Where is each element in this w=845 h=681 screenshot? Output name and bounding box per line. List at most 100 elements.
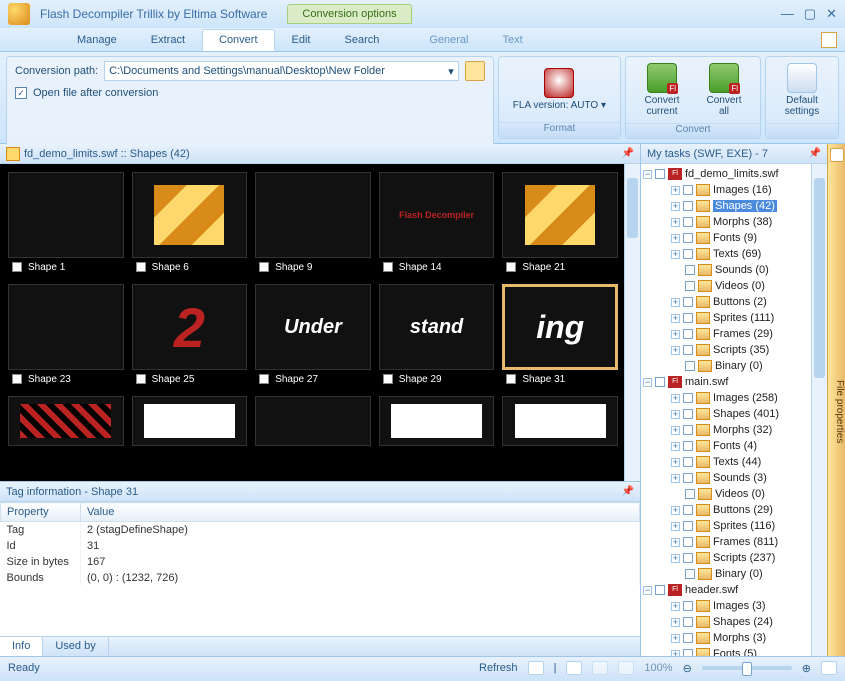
- tree-item[interactable]: +Texts (69): [671, 246, 825, 262]
- fla-version-button[interactable]: FLA version: AUTO ▾: [507, 66, 612, 113]
- tree-item[interactable]: +Scripts (237): [671, 550, 825, 566]
- thumbnail-shape-9[interactable]: Shape 9: [255, 172, 371, 276]
- tree-checkbox[interactable]: [655, 585, 665, 595]
- thumbnail-shape-14[interactable]: Flash DecompilerShape 14: [379, 172, 495, 276]
- thumbnail-partial[interactable]: [502, 396, 618, 446]
- pin-icon[interactable]: 📌: [622, 148, 634, 159]
- tree-item[interactable]: +Images (3): [671, 598, 825, 614]
- conversion-options-tab[interactable]: Conversion options: [287, 4, 411, 24]
- tree-checkbox[interactable]: [683, 249, 693, 259]
- expand-icon[interactable]: +: [671, 538, 680, 547]
- tree-checkbox[interactable]: [685, 489, 695, 499]
- tab-edit[interactable]: Edit: [275, 29, 328, 51]
- file-properties-tab[interactable]: File properties: [827, 144, 845, 656]
- expand-icon[interactable]: +: [671, 218, 680, 227]
- tree-item[interactable]: +Fonts (9): [671, 230, 825, 246]
- status-extra-icon[interactable]: [821, 661, 837, 675]
- thumbnails-scrollbar[interactable]: [624, 164, 640, 481]
- tree-checkbox[interactable]: [683, 345, 693, 355]
- tree-item[interactable]: Videos (0): [671, 278, 825, 294]
- tree-item[interactable]: +Images (16): [671, 182, 825, 198]
- tree-item[interactable]: +Images (258): [671, 390, 825, 406]
- expand-icon[interactable]: +: [671, 522, 680, 531]
- thumbnail-shape-25[interactable]: 2Shape 25: [132, 284, 248, 388]
- col-value[interactable]: Value: [81, 503, 640, 522]
- tree-item[interactable]: +Frames (811): [671, 534, 825, 550]
- col-property[interactable]: Property: [1, 503, 81, 522]
- camera-icon[interactable]: [528, 661, 544, 675]
- expand-icon[interactable]: +: [671, 346, 680, 355]
- convert-all-button[interactable]: Convert all: [696, 61, 752, 119]
- tree-checkbox[interactable]: [683, 537, 693, 547]
- expand-icon[interactable]: +: [671, 186, 680, 195]
- expand-icon[interactable]: −: [643, 170, 652, 179]
- tree-item[interactable]: −Flheader.swf: [643, 582, 825, 598]
- expand-icon[interactable]: +: [671, 650, 680, 657]
- thumbnail-shape-1[interactable]: Shape 1: [8, 172, 124, 276]
- tree-checkbox[interactable]: [683, 201, 693, 211]
- thumb-checkbox[interactable]: [506, 262, 516, 272]
- tab-convert[interactable]: Convert: [202, 29, 275, 51]
- tree-checkbox[interactable]: [683, 553, 693, 563]
- thumbnail-shape-6[interactable]: Shape 6: [132, 172, 248, 276]
- tree-item[interactable]: Binary (0): [671, 566, 825, 582]
- thumbnail-shape-27[interactable]: UnderShape 27: [255, 284, 371, 388]
- tab-extract[interactable]: Extract: [134, 29, 202, 51]
- tree-item[interactable]: +Sprites (111): [671, 310, 825, 326]
- tree-checkbox[interactable]: [683, 457, 693, 467]
- thumb-checkbox[interactable]: [506, 374, 516, 384]
- tree-item[interactable]: +Shapes (24): [671, 614, 825, 630]
- tree-item[interactable]: +Morphs (38): [671, 214, 825, 230]
- tree-item[interactable]: +Frames (29): [671, 326, 825, 342]
- tree-checkbox[interactable]: [655, 377, 665, 387]
- thumbnail-shape-23[interactable]: Shape 23: [8, 284, 124, 388]
- tree-item[interactable]: −Flmain.swf: [643, 374, 825, 390]
- tree-checkbox[interactable]: [685, 281, 695, 291]
- dropdown-icon[interactable]: ▾: [448, 65, 454, 78]
- expand-icon[interactable]: +: [671, 554, 680, 563]
- expand-icon[interactable]: +: [671, 426, 680, 435]
- expand-icon[interactable]: +: [671, 234, 680, 243]
- tree-scrollbar[interactable]: [811, 164, 827, 656]
- thumb-checkbox[interactable]: [136, 374, 146, 384]
- refresh-button[interactable]: Refresh: [479, 662, 518, 674]
- close-icon[interactable]: ✕: [826, 6, 837, 22]
- tab-used-by[interactable]: Used by: [43, 637, 108, 656]
- pin-icon[interactable]: 📌: [622, 486, 634, 497]
- tree-item[interactable]: +Buttons (29): [671, 502, 825, 518]
- tree-item[interactable]: +Scripts (35): [671, 342, 825, 358]
- thumbnail-shape-29[interactable]: standShape 29: [379, 284, 495, 388]
- expand-icon[interactable]: +: [671, 634, 680, 643]
- tree-checkbox[interactable]: [683, 425, 693, 435]
- tree-item[interactable]: +Sounds (3): [671, 470, 825, 486]
- thumbnail-shape-31[interactable]: ingShape 31: [502, 284, 618, 388]
- tree-checkbox[interactable]: [683, 649, 693, 656]
- expand-icon[interactable]: +: [671, 250, 680, 259]
- tree-checkbox[interactable]: [683, 473, 693, 483]
- tree-item[interactable]: Binary (0): [671, 358, 825, 374]
- expand-icon[interactable]: +: [671, 202, 680, 211]
- thumb-checkbox[interactable]: [136, 262, 146, 272]
- tree-item[interactable]: +Sprites (116): [671, 518, 825, 534]
- tree-checkbox[interactable]: [683, 185, 693, 195]
- tree-item[interactable]: +Texts (44): [671, 454, 825, 470]
- tree-checkbox[interactable]: [683, 617, 693, 627]
- zoom-in-button[interactable]: ⊕: [802, 662, 811, 675]
- thumb-checkbox[interactable]: [383, 262, 393, 272]
- customize-icon[interactable]: [821, 32, 837, 48]
- view-mode-icon[interactable]: [566, 661, 582, 675]
- thumb-checkbox[interactable]: [259, 374, 269, 384]
- tree-item[interactable]: Sounds (0): [671, 262, 825, 278]
- thumbnail-partial[interactable]: [8, 396, 124, 446]
- thumb-checkbox[interactable]: [12, 262, 22, 272]
- expand-icon[interactable]: +: [671, 474, 680, 483]
- expand-icon[interactable]: +: [671, 618, 680, 627]
- thumbnail-partial[interactable]: [255, 396, 371, 446]
- expand-icon[interactable]: +: [671, 458, 680, 467]
- conversion-path-input[interactable]: C:\Documents and Settings\manual\Desktop…: [104, 61, 459, 81]
- expand-icon[interactable]: +: [671, 314, 680, 323]
- tree-item[interactable]: +Shapes (42): [671, 198, 825, 214]
- expand-icon[interactable]: +: [671, 330, 680, 339]
- minimize-icon[interactable]: —: [781, 6, 794, 22]
- thumbnail-partial[interactable]: [379, 396, 495, 446]
